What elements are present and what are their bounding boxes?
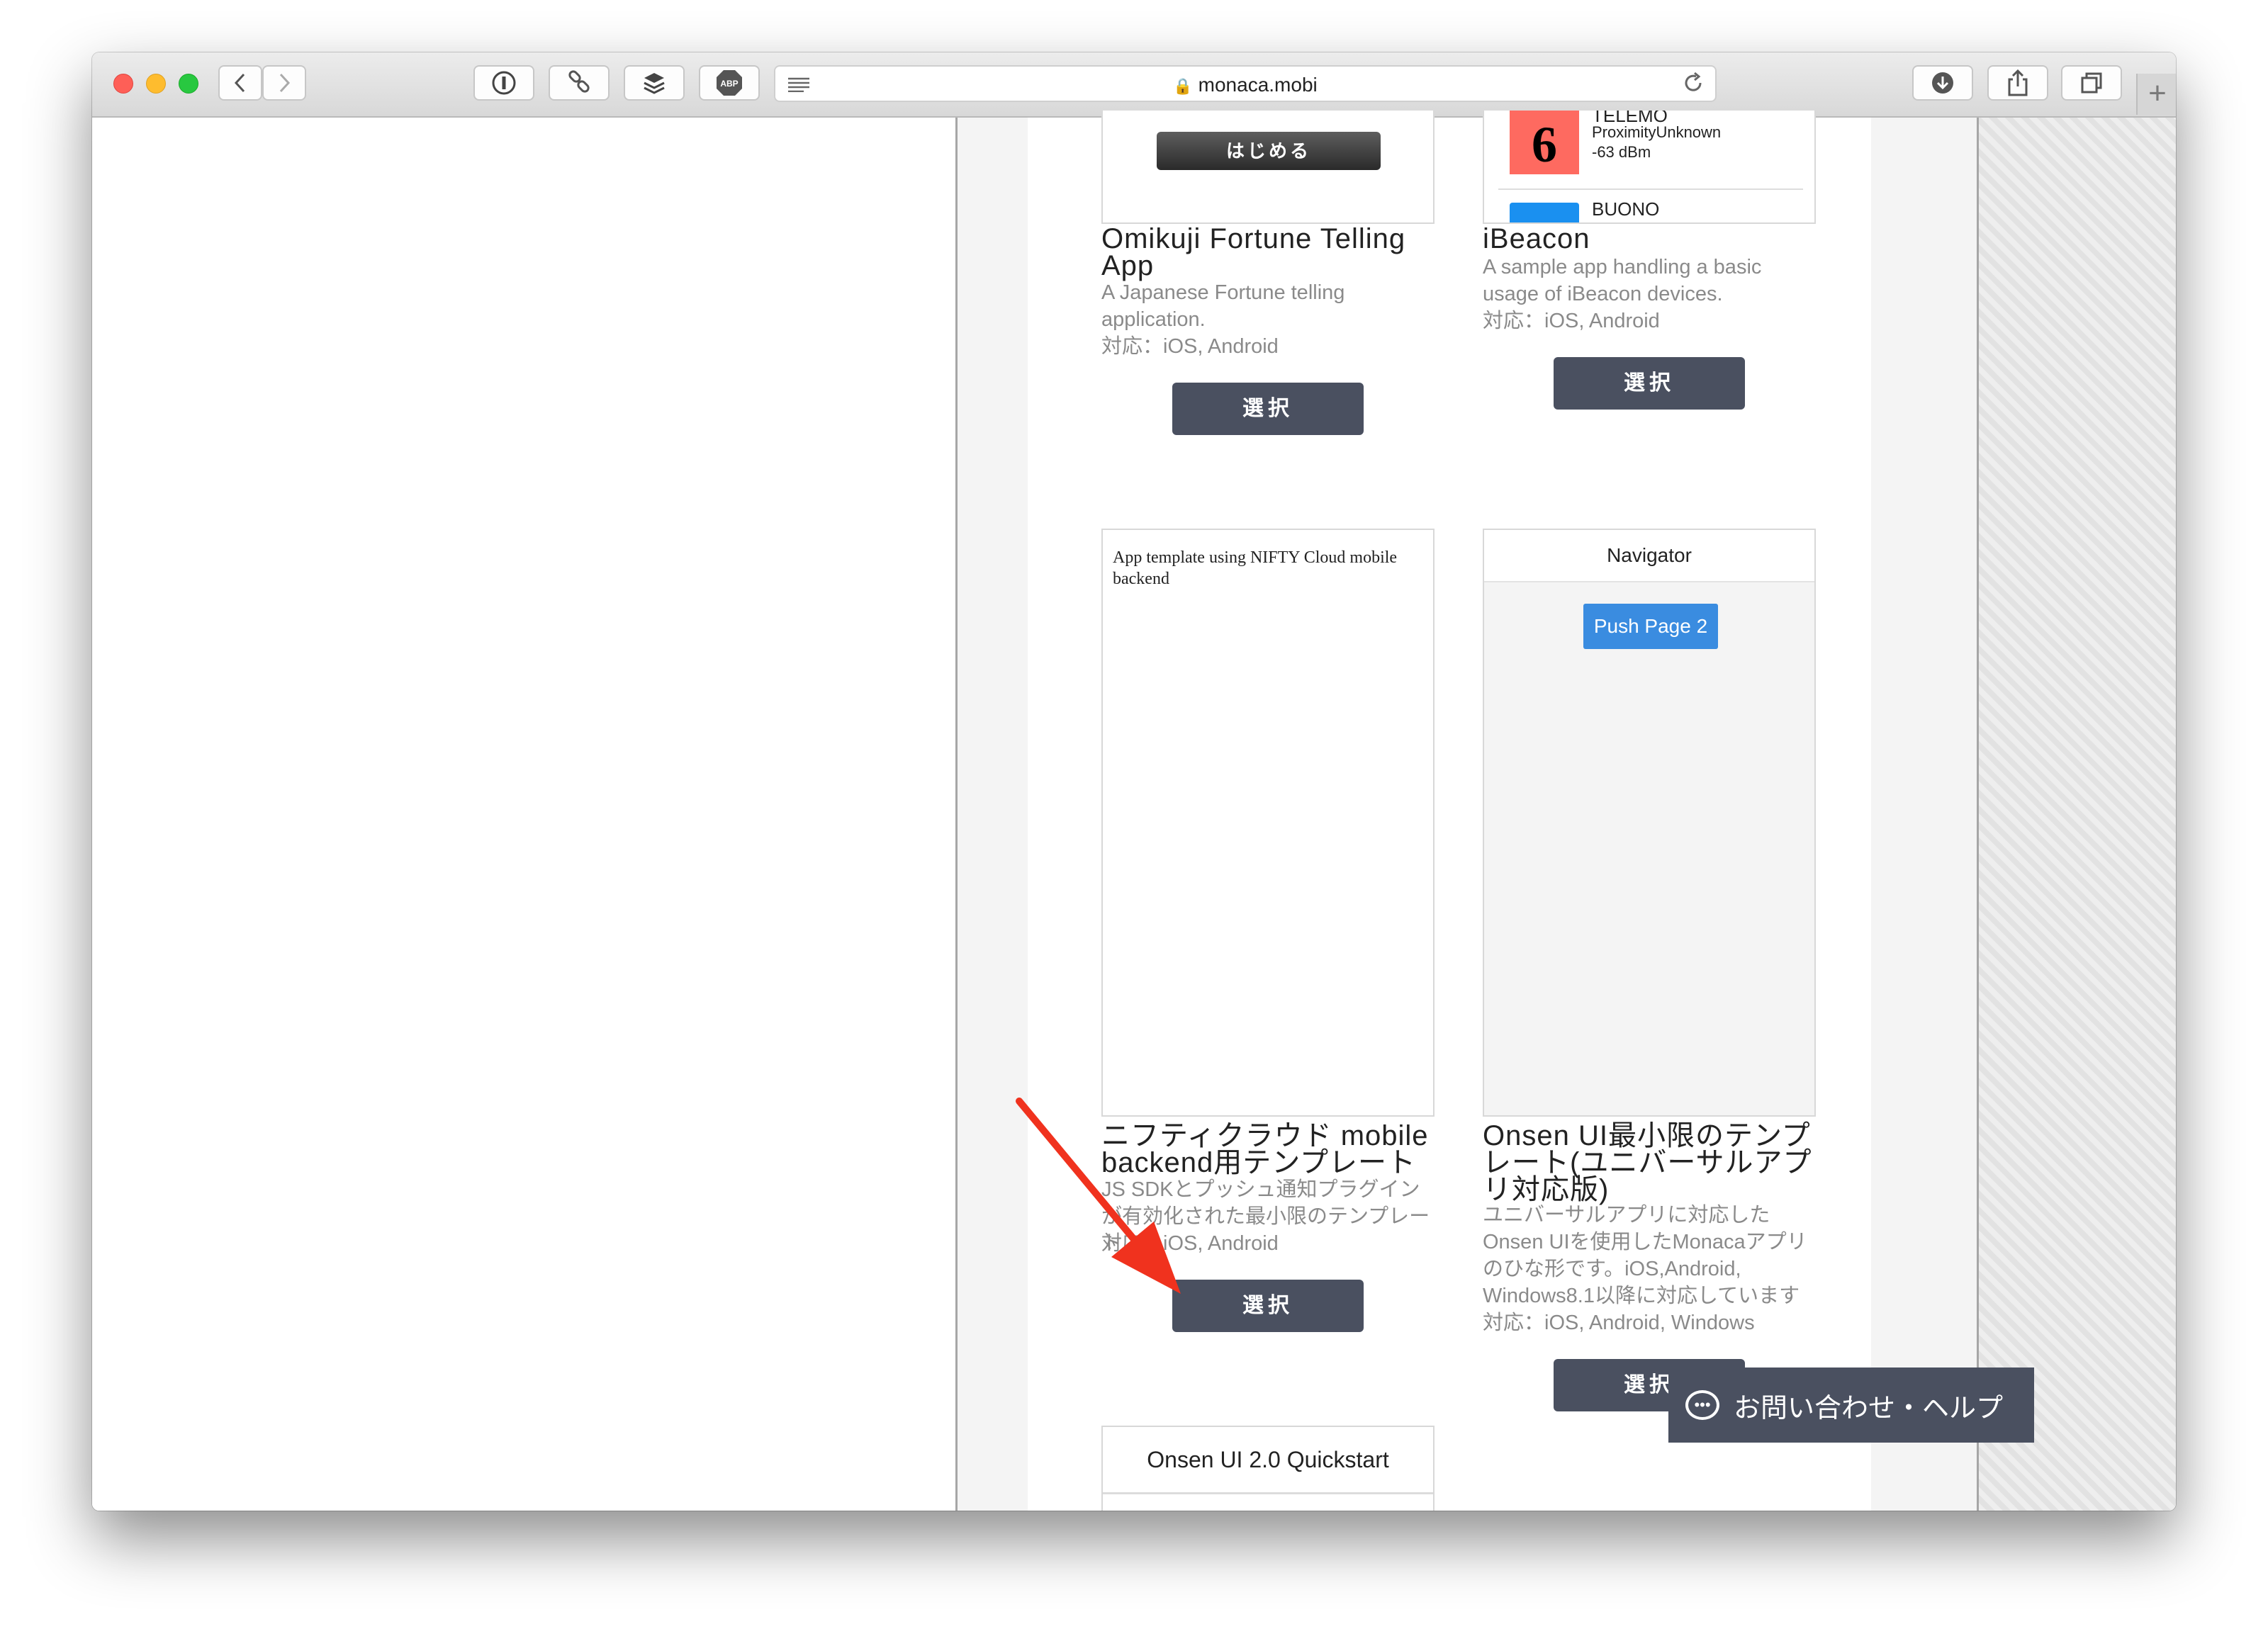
help-button-label: お問い合わせ・ヘルプ <box>1734 1393 2004 1423</box>
red-arrow-annotation <box>1016 1098 1181 1294</box>
arrow-shaft <box>1016 1098 1140 1246</box>
chat-bubble-icon: ••• <box>1685 1390 1719 1420</box>
arrow-head <box>1111 1222 1181 1294</box>
help-contact-button[interactable]: ••• お問い合わせ・ヘルプ <box>1668 1368 2034 1443</box>
browser-window: ABP 🔒 monaca.mobi + はじめる Omikuji Fortune… <box>92 52 2176 1511</box>
